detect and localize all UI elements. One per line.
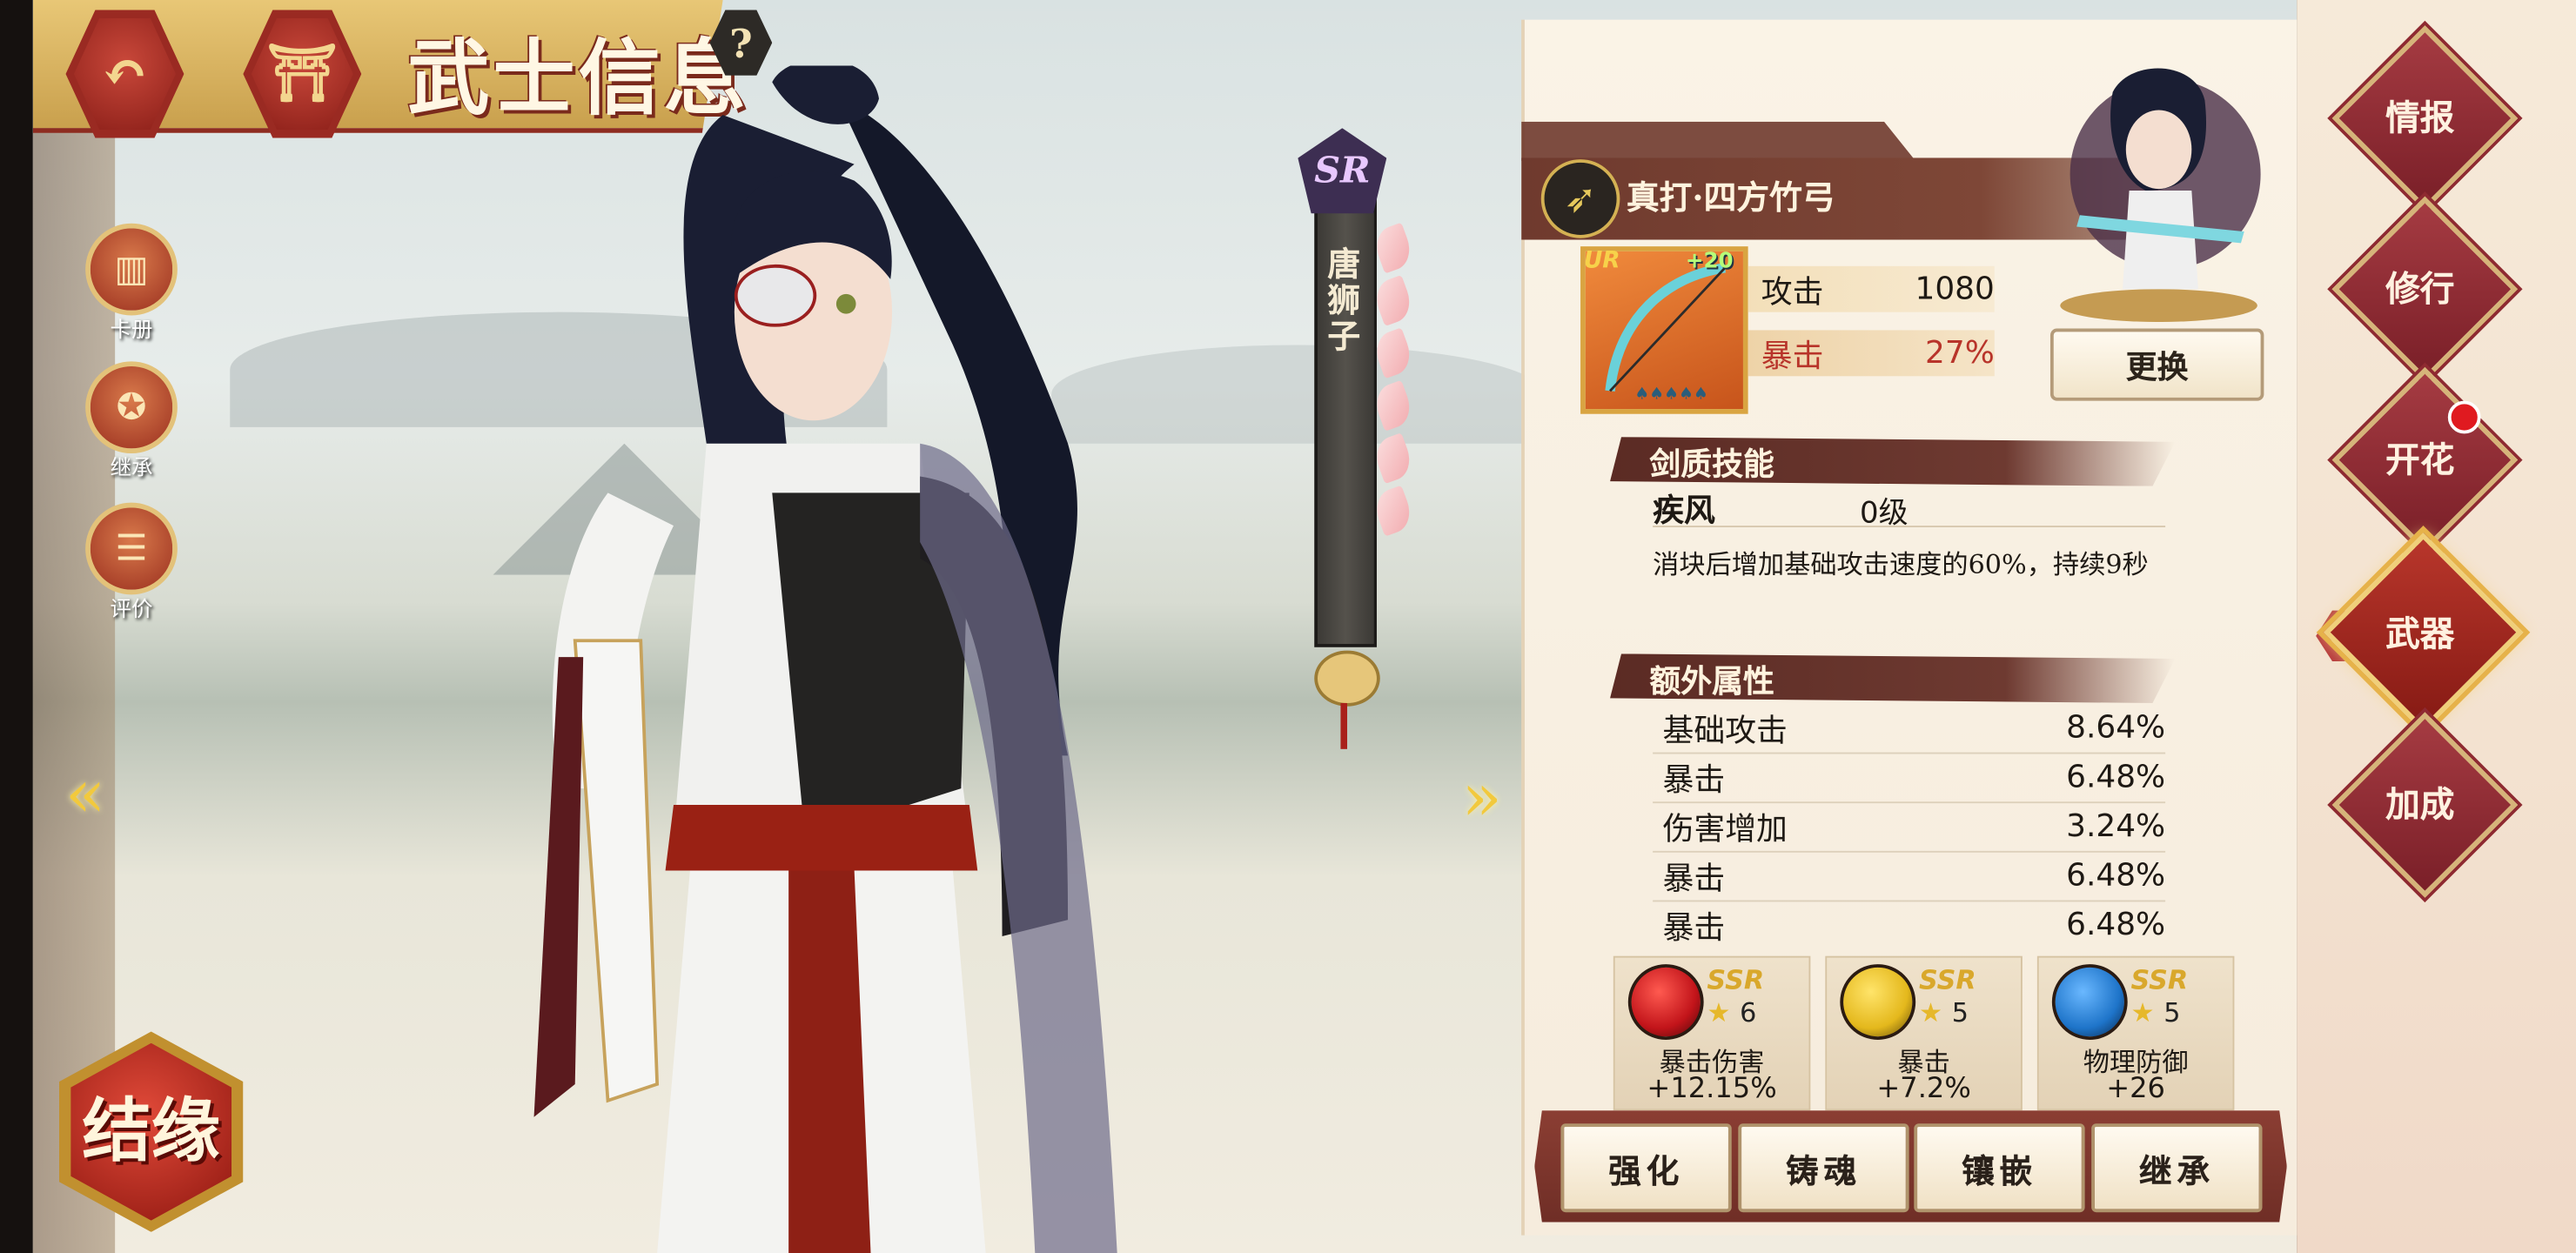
- attr-row: 基础攻击 8.64%: [1653, 703, 2166, 754]
- menu-training[interactable]: 修行: [2331, 196, 2519, 383]
- weapon-stat-crit: 暴击 27%: [1748, 330, 1995, 377]
- stat-label: 暴击: [1761, 337, 1824, 374]
- notification-dot: [2447, 400, 2481, 434]
- stat-value: 1080: [1915, 271, 1995, 308]
- review-button[interactable]: ☰ 评价: [85, 502, 178, 623]
- attr-label: 伤害增加: [1662, 810, 1788, 848]
- review-label: 评价: [110, 598, 153, 623]
- gem-value: +12.15%: [1647, 1072, 1777, 1106]
- bow-icon: ➶: [1540, 159, 1620, 238]
- menu-label: 加成: [2385, 783, 2455, 825]
- stat-value: 27%: [1925, 335, 1995, 372]
- gem-orb-icon: [1627, 964, 1704, 1040]
- enhance-button[interactable]: 强化: [1560, 1123, 1732, 1213]
- gem-rarity: SSR: [2130, 964, 2189, 996]
- menu-label: 修行: [2385, 267, 2455, 309]
- card-album-label: 卡册: [110, 318, 153, 344]
- torii-home-icon: ⛩: [251, 17, 353, 131]
- gem-slot[interactable]: SSR ★ 6 暴击伤害 +12.15%: [1613, 955, 1811, 1111]
- weapon-bow-art: ♠♠♠♠♠: [1605, 263, 1727, 404]
- attr-label: 暴击: [1662, 860, 1726, 896]
- attr-label: 基础攻击: [1662, 712, 1788, 748]
- back-icon: ↶: [73, 17, 176, 131]
- attr-row: 暴击 6.48%: [1653, 901, 2165, 950]
- attr-value: 6.48%: [2066, 857, 2166, 894]
- skill-description: 消块后增加基础攻击速度的60%，持续9秒: [1653, 548, 2149, 580]
- gem-stars: 5: [1951, 996, 1969, 1029]
- menu-label: 情报: [2385, 97, 2455, 138]
- character-chibi-portrait: [2060, 68, 2261, 323]
- next-character-arrow[interactable]: »: [1452, 749, 1512, 848]
- soul-forge-button[interactable]: 铸魂: [1738, 1123, 1909, 1213]
- attr-row: 伤害增加 3.24%: [1653, 801, 2166, 853]
- character-name: 唐狮子: [1321, 246, 1362, 355]
- chevron-right-icon: »: [1461, 761, 1502, 836]
- pentagram-icon: ✪: [85, 361, 178, 454]
- character-illustration: [533, 65, 1117, 1253]
- change-weapon-button[interactable]: 更换: [2049, 328, 2264, 401]
- weapon-rarity-tag: UR: [1583, 248, 1620, 275]
- gem-slot[interactable]: SSR ★ 5 暴击 +7.2%: [1825, 955, 2023, 1111]
- review-icon: ☰: [85, 502, 178, 595]
- menu-bonus[interactable]: 加成: [2331, 712, 2519, 898]
- menu-intel[interactable]: 情报: [2331, 25, 2519, 211]
- tassel: [1340, 702, 1347, 749]
- weapon-name: 真打·四方竹弓: [1626, 177, 1835, 218]
- gem-stars: 5: [2163, 996, 2181, 1029]
- gem-rarity: SSR: [1918, 964, 1976, 996]
- menu-label: 开花: [2385, 439, 2455, 480]
- skill-name: 疾风: [1653, 492, 1715, 529]
- star-icon: ★: [1707, 996, 1731, 1029]
- card-album-icon: ▥: [85, 223, 178, 316]
- gem-slot[interactable]: SSR ★ 5 物理防御 +26: [2036, 955, 2235, 1111]
- weapon-stat-attack: 攻击 1080: [1748, 265, 1995, 312]
- attr-value: 3.24%: [2066, 807, 2166, 845]
- bell-ornament: [1314, 650, 1380, 707]
- prev-character-arrow[interactable]: «: [56, 746, 115, 844]
- menu-weapon[interactable]: 武器: [2323, 533, 2524, 733]
- attr-value: 6.48%: [2066, 907, 2166, 943]
- gem-stars: 6: [1740, 996, 1757, 1029]
- gem-orb-icon: [1840, 964, 1916, 1040]
- weapon-refine-level: +20: [1685, 249, 1734, 275]
- bond-label: 结缘: [70, 1042, 232, 1221]
- inherit-label: 继承: [110, 456, 153, 482]
- attr-label: 暴击: [1662, 908, 1726, 946]
- inherit-weapon-button[interactable]: 继承: [2091, 1123, 2263, 1213]
- attr-label: 暴击: [1662, 761, 1726, 798]
- divider: [1653, 526, 2166, 527]
- attr-value: 8.64%: [2066, 709, 2166, 747]
- extra-attr-header: 额外属性: [1610, 653, 2176, 703]
- gem-rarity: SSR: [1707, 964, 1765, 996]
- inherit-button[interactable]: ✪ 继承: [85, 361, 178, 481]
- inlay-button[interactable]: 镶嵌: [1914, 1123, 2085, 1213]
- attr-row: 暴击 6.48%: [1653, 753, 2166, 804]
- gem-value: +26: [2106, 1072, 2166, 1106]
- skill-section-header: 剑质技能: [1610, 437, 2176, 486]
- star-icon: ★: [2130, 996, 2155, 1029]
- weapon-header-accent: [1521, 121, 1916, 162]
- gem-value: +7.2%: [1876, 1072, 1971, 1106]
- stat-label: 攻击: [1761, 273, 1824, 310]
- svg-text:♠♠♠♠♠: ♠♠♠♠♠: [1634, 385, 1708, 404]
- attr-value: 6.48%: [2066, 759, 2166, 795]
- gem-orb-icon: [2051, 964, 2128, 1040]
- card-album-button[interactable]: ▥ 卡册: [85, 223, 178, 344]
- attr-row: 暴击 6.48%: [1653, 851, 2166, 902]
- star-icon: ★: [1918, 996, 1943, 1029]
- chevron-left-icon: «: [65, 757, 106, 834]
- menu-label: 武器: [2385, 613, 2455, 654]
